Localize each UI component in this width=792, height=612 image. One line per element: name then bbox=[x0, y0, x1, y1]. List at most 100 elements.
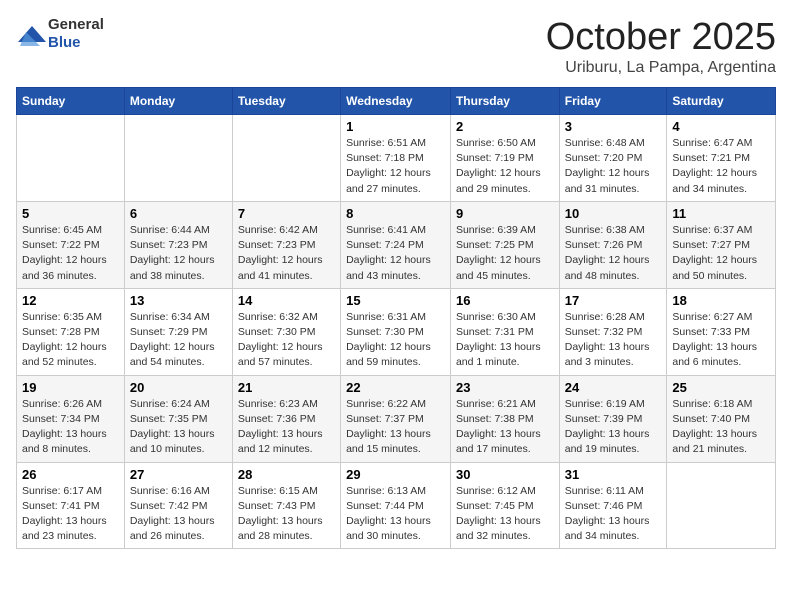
calendar-cell: 16 Sunrise: 6:30 AMSunset: 7:31 PMDayligh… bbox=[450, 288, 559, 375]
calendar-cell: 5Sunrise: 6:45 AMSunset: 7:22 PMDaylight… bbox=[17, 201, 125, 288]
day-number: 11 bbox=[672, 206, 770, 221]
day-info: Sunrise: 6:18 AMSunset: 7:40 PMDaylight:… bbox=[672, 397, 770, 458]
day-number: 20 bbox=[130, 380, 227, 395]
calendar-cell: 3 Sunrise: 6:48 AMSunset: 7:20 PMDaylight… bbox=[559, 115, 667, 202]
day-info: Sunrise: 6:45 AMSunset: 7:22 PMDaylight:… bbox=[22, 223, 119, 284]
page-header: General Blue October 2025 Uriburu, La Pa… bbox=[16, 16, 776, 77]
day-number: 27 bbox=[130, 467, 227, 482]
calendar-cell: 18 Sunrise: 6:27 AMSunset: 7:33 PMDayligh… bbox=[667, 288, 776, 375]
logo: General Blue bbox=[16, 16, 104, 52]
calendar-cell: 21Sunrise: 6:23 AMSunset: 7:36 PMDayligh… bbox=[232, 375, 340, 462]
day-info: Sunrise: 6:22 AMSunset: 7:37 PMDaylight:… bbox=[346, 397, 445, 458]
calendar-table: SundayMondayTuesdayWednesdayThursdayFrid… bbox=[16, 87, 776, 549]
calendar-cell: 15Sunrise: 6:31 AMSunset: 7:30 PMDayligh… bbox=[341, 288, 451, 375]
week-row-2: 5Sunrise: 6:45 AMSunset: 7:22 PMDaylight… bbox=[17, 201, 776, 288]
day-number: 28 bbox=[238, 467, 335, 482]
calendar-cell: 25 Sunrise: 6:18 AMSunset: 7:40 PMDayligh… bbox=[667, 375, 776, 462]
day-number: 30 bbox=[456, 467, 554, 482]
day-number: 18 bbox=[672, 293, 770, 308]
logo-text: General Blue bbox=[48, 16, 104, 52]
calendar-cell: 17 Sunrise: 6:28 AMSunset: 7:32 PMDayligh… bbox=[559, 288, 667, 375]
col-header-sunday: Sunday bbox=[17, 88, 125, 115]
day-info: Sunrise: 6:30 AMSunset: 7:31 PMDaylight:… bbox=[456, 310, 554, 371]
calendar-cell: 23Sunrise: 6:21 AMSunset: 7:38 PMDayligh… bbox=[450, 375, 559, 462]
location: Uriburu, La Pampa, Argentina bbox=[546, 59, 776, 77]
calendar-cell: 12Sunrise: 6:35 AMSunset: 7:28 PMDayligh… bbox=[17, 288, 125, 375]
calendar-cell: 13 Sunrise: 6:34 AMSunset: 7:29 PMDayligh… bbox=[124, 288, 232, 375]
day-info: Sunrise: 6:31 AMSunset: 7:30 PMDaylight:… bbox=[346, 310, 445, 371]
day-number: 9 bbox=[456, 206, 554, 221]
day-info: Sunrise: 6:12 AMSunset: 7:45 PMDaylight:… bbox=[456, 484, 554, 545]
calendar-cell bbox=[17, 115, 125, 202]
col-header-friday: Friday bbox=[559, 88, 667, 115]
day-info: Sunrise: 6:19 AMSunset: 7:39 PMDaylight:… bbox=[565, 397, 662, 458]
day-number: 16 bbox=[456, 293, 554, 308]
calendar-cell: 30 Sunrise: 6:12 AMSunset: 7:45 PMDayligh… bbox=[450, 462, 559, 549]
day-info: Sunrise: 6:34 AMSunset: 7:29 PMDaylight:… bbox=[130, 310, 227, 371]
day-info: Sunrise: 6:37 AMSunset: 7:27 PMDaylight:… bbox=[672, 223, 770, 284]
day-number: 7 bbox=[238, 206, 335, 221]
day-info: Sunrise: 6:50 AMSunset: 7:19 PMDaylight:… bbox=[456, 136, 554, 197]
calendar-cell: 20 Sunrise: 6:24 AMSunset: 7:35 PMDayligh… bbox=[124, 375, 232, 462]
day-number: 25 bbox=[672, 380, 770, 395]
calendar-cell: 8 Sunrise: 6:41 AMSunset: 7:24 PMDaylight… bbox=[341, 201, 451, 288]
day-info: Sunrise: 6:38 AMSunset: 7:26 PMDaylight:… bbox=[565, 223, 662, 284]
logo-icon bbox=[16, 24, 44, 44]
day-info: Sunrise: 6:26 AMSunset: 7:34 PMDaylight:… bbox=[22, 397, 119, 458]
day-number: 2 bbox=[456, 119, 554, 134]
day-info: Sunrise: 6:27 AMSunset: 7:33 PMDaylight:… bbox=[672, 310, 770, 371]
calendar-cell: 11 Sunrise: 6:37 AMSunset: 7:27 PMDayligh… bbox=[667, 201, 776, 288]
day-number: 3 bbox=[565, 119, 662, 134]
day-info: Sunrise: 6:41 AMSunset: 7:24 PMDaylight:… bbox=[346, 223, 445, 284]
day-number: 4 bbox=[672, 119, 770, 134]
day-number: 17 bbox=[565, 293, 662, 308]
calendar-cell bbox=[232, 115, 340, 202]
calendar-cell: 10 Sunrise: 6:38 AMSunset: 7:26 PMDayligh… bbox=[559, 201, 667, 288]
day-info: Sunrise: 6:47 AMSunset: 7:21 PMDaylight:… bbox=[672, 136, 770, 197]
day-number: 24 bbox=[565, 380, 662, 395]
day-number: 29 bbox=[346, 467, 445, 482]
calendar-cell: 9Sunrise: 6:39 AMSunset: 7:25 PMDaylight… bbox=[450, 201, 559, 288]
day-info: Sunrise: 6:35 AMSunset: 7:28 PMDaylight:… bbox=[22, 310, 119, 371]
calendar-cell: 4 Sunrise: 6:47 AMSunset: 7:21 PMDaylight… bbox=[667, 115, 776, 202]
day-number: 8 bbox=[346, 206, 445, 221]
day-number: 13 bbox=[130, 293, 227, 308]
calendar-cell: 28 Sunrise: 6:15 AMSunset: 7:43 PMDayligh… bbox=[232, 462, 340, 549]
calendar-cell: 2 Sunrise: 6:50 AMSunset: 7:19 PMDaylight… bbox=[450, 115, 559, 202]
col-header-wednesday: Wednesday bbox=[341, 88, 451, 115]
calendar-cell: 31 Sunrise: 6:11 AMSunset: 7:46 PMDayligh… bbox=[559, 462, 667, 549]
week-row-4: 19 Sunrise: 6:26 AMSunset: 7:34 PMDayligh… bbox=[17, 375, 776, 462]
calendar-cell: 29 Sunrise: 6:13 AMSunset: 7:44 PMDayligh… bbox=[341, 462, 451, 549]
calendar-cell: 26Sunrise: 6:17 AMSunset: 7:41 PMDayligh… bbox=[17, 462, 125, 549]
week-row-5: 26Sunrise: 6:17 AMSunset: 7:41 PMDayligh… bbox=[17, 462, 776, 549]
calendar-cell: 22 Sunrise: 6:22 AMSunset: 7:37 PMDayligh… bbox=[341, 375, 451, 462]
day-info: Sunrise: 6:13 AMSunset: 7:44 PMDaylight:… bbox=[346, 484, 445, 545]
day-info: Sunrise: 6:11 AMSunset: 7:46 PMDaylight:… bbox=[565, 484, 662, 545]
day-info: Sunrise: 6:24 AMSunset: 7:35 PMDaylight:… bbox=[130, 397, 227, 458]
month-title: October 2025 bbox=[546, 16, 776, 59]
day-info: Sunrise: 6:48 AMSunset: 7:20 PMDaylight:… bbox=[565, 136, 662, 197]
col-header-monday: Monday bbox=[124, 88, 232, 115]
day-info: Sunrise: 6:28 AMSunset: 7:32 PMDaylight:… bbox=[565, 310, 662, 371]
calendar-cell: 14Sunrise: 6:32 AMSunset: 7:30 PMDayligh… bbox=[232, 288, 340, 375]
calendar-cell: 19 Sunrise: 6:26 AMSunset: 7:34 PMDayligh… bbox=[17, 375, 125, 462]
day-number: 31 bbox=[565, 467, 662, 482]
week-row-3: 12Sunrise: 6:35 AMSunset: 7:28 PMDayligh… bbox=[17, 288, 776, 375]
day-number: 22 bbox=[346, 380, 445, 395]
day-number: 1 bbox=[346, 119, 445, 134]
calendar-cell: 1 Sunrise: 6:51 AMSunset: 7:18 PMDaylight… bbox=[341, 115, 451, 202]
day-number: 23 bbox=[456, 380, 554, 395]
col-header-tuesday: Tuesday bbox=[232, 88, 340, 115]
day-info: Sunrise: 6:51 AMSunset: 7:18 PMDaylight:… bbox=[346, 136, 445, 197]
day-number: 19 bbox=[22, 380, 119, 395]
header-row: SundayMondayTuesdayWednesdayThursdayFrid… bbox=[17, 88, 776, 115]
day-info: Sunrise: 6:44 AMSunset: 7:23 PMDaylight:… bbox=[130, 223, 227, 284]
title-block: October 2025 Uriburu, La Pampa, Argentin… bbox=[546, 16, 776, 77]
calendar-cell bbox=[667, 462, 776, 549]
day-info: Sunrise: 6:32 AMSunset: 7:30 PMDaylight:… bbox=[238, 310, 335, 371]
day-info: Sunrise: 6:23 AMSunset: 7:36 PMDaylight:… bbox=[238, 397, 335, 458]
calendar-cell: 24 Sunrise: 6:19 AMSunset: 7:39 PMDayligh… bbox=[559, 375, 667, 462]
day-number: 10 bbox=[565, 206, 662, 221]
day-number: 26 bbox=[22, 467, 119, 482]
day-info: Sunrise: 6:15 AMSunset: 7:43 PMDaylight:… bbox=[238, 484, 335, 545]
